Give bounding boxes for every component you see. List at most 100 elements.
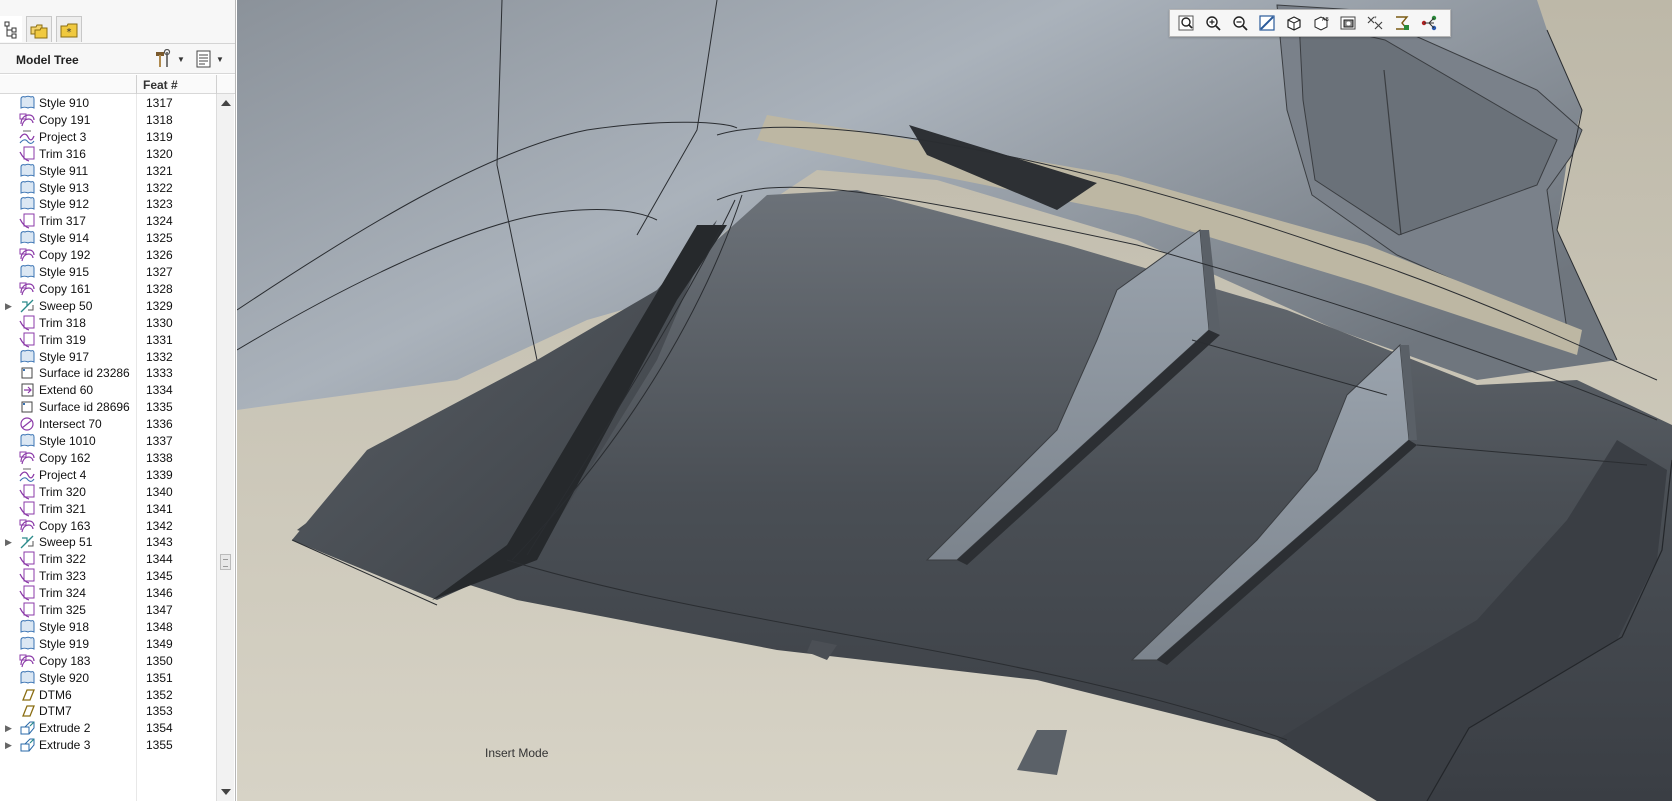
refit-button[interactable] [1173, 11, 1199, 35]
style-feature-icon [20, 636, 35, 650]
scroll-up-arrow[interactable] [221, 100, 231, 106]
tree-item[interactable]: Trim 323 1345 [0, 567, 216, 585]
expand-arrow-icon[interactable]: ▶ [5, 739, 13, 751]
expand-arrow-icon[interactable]: ▶ [5, 300, 13, 312]
scroll-down-arrow[interactable] [221, 789, 231, 795]
display-style-button[interactable] [1281, 11, 1307, 35]
tree-item-name: DTM7 [39, 704, 72, 719]
tree-item[interactable]: Intersect 70 1336 [0, 415, 216, 433]
settings-tool[interactable]: ▼ [153, 49, 185, 69]
model-tree-tab[interactable] [0, 16, 22, 42]
tree-item[interactable]: ▶ Sweep 51 1343 [0, 533, 216, 551]
tree-item-feat-number: 1352 [146, 687, 173, 702]
tree-item[interactable]: Style 912 1323 [0, 195, 216, 213]
tree-item[interactable]: Trim 320 1340 [0, 483, 216, 501]
tree-item[interactable]: Trim 321 1341 [0, 500, 216, 518]
spin-center-button[interactable] [1416, 11, 1442, 35]
favorites-tab[interactable]: * [56, 16, 82, 42]
tree-item-feat-number: 1341 [146, 501, 173, 516]
tree-item[interactable]: Style 910 1317 [0, 94, 216, 112]
copy-feature-icon [19, 519, 35, 532]
graphics-viewport[interactable]: AB * Insert Mode [237, 0, 1672, 801]
tree-item[interactable]: Trim 318 1330 [0, 314, 216, 332]
tree-item-feat-number: 1345 [146, 569, 173, 584]
style-feature-icon [20, 433, 35, 447]
tree-item[interactable]: Trim 322 1344 [0, 550, 216, 568]
hammer-wrench-icon [156, 49, 171, 67]
tree-column-header: Feat # [0, 75, 235, 94]
tree-item[interactable]: ▶ Sweep 50 1329 [0, 297, 216, 315]
tree-item-name: Style 915 [39, 265, 90, 279]
tree-item[interactable]: Copy 192 1326 [0, 246, 216, 264]
column-divider[interactable] [136, 75, 137, 94]
tree-item[interactable]: Trim 317 1324 [0, 212, 216, 230]
show-tool[interactable]: ▼ [196, 49, 224, 69]
style-feature-icon [20, 180, 35, 194]
folder-browser-tab[interactable] [26, 16, 52, 42]
tree-item-name: Copy 161 [39, 281, 91, 296]
tree-item[interactable]: Copy 162 1338 [0, 449, 216, 467]
tree-item-name: Style 910 [39, 96, 90, 110]
tree-item[interactable]: Style 1010 1337 [0, 432, 216, 450]
tree-item[interactable]: Copy 191 1318 [0, 111, 216, 129]
tree-item[interactable]: Copy 161 1328 [0, 280, 216, 298]
feat-number-column-header[interactable]: Feat # [143, 78, 178, 92]
saved-views-button[interactable]: AB [1308, 11, 1334, 35]
tree-item[interactable]: Style 914 1325 [0, 229, 216, 247]
tree-item-name: Trim 318 [39, 315, 86, 330]
tree-item-feat-number: 1332 [146, 349, 173, 364]
tree-item-name: Copy 192 [39, 248, 91, 263]
trim-feature-icon [19, 484, 35, 500]
sweep-feature-icon [20, 535, 34, 549]
tree-item[interactable]: Style 920 1351 [0, 669, 216, 687]
datum-display-button[interactable]: * [1362, 11, 1388, 35]
tree-item[interactable]: Surface id 28696 1335 [0, 398, 216, 416]
tree-item[interactable]: ▶ Extrude 2 1354 [0, 719, 216, 737]
tree-item[interactable]: ▶ Extrude 3 1355 [0, 736, 216, 754]
tree-item[interactable]: Style 913 1322 [0, 179, 216, 197]
tree-item[interactable]: Style 915 1327 [0, 263, 216, 281]
favorites-folder-icon: * [60, 23, 78, 38]
tree-item[interactable]: Trim 325 1347 [0, 601, 216, 619]
annotation-display-button[interactable] [1389, 11, 1415, 35]
tree-item-feat-number: 1329 [146, 298, 173, 313]
scroll-thumb[interactable] [220, 554, 231, 570]
view-manager-button[interactable] [1335, 11, 1361, 35]
zoom-out-button[interactable] [1227, 11, 1253, 35]
tree-item[interactable]: Project 3 1319 [0, 128, 216, 146]
tree-item-name: Extend 60 [39, 383, 94, 398]
model-tree-panel: * Model Tree ▼ ▼ Feat # Style 910 1317 C… [0, 0, 236, 801]
tree-item-name: Trim 316 [39, 146, 86, 161]
tree-item[interactable]: Style 917 1332 [0, 348, 216, 366]
tree-item-name: Style 913 [39, 180, 90, 195]
extend-feature-icon [21, 383, 34, 397]
tree-item-feat-number: 1351 [146, 670, 173, 685]
tree-item[interactable]: Project 4 1339 [0, 466, 216, 484]
style-feature-icon [20, 264, 35, 278]
cad-model-render [237, 0, 1672, 801]
column-divider[interactable] [216, 75, 217, 94]
tree-item[interactable]: DTM7 1353 [0, 702, 216, 720]
tree-item-feat-number: 1331 [146, 332, 173, 347]
tree-item[interactable]: Style 919 1349 [0, 635, 216, 653]
tree-item[interactable]: Style 918 1348 [0, 618, 216, 636]
tree-item-feat-number: 1342 [146, 518, 173, 533]
tree-item[interactable]: Trim 316 1320 [0, 145, 216, 163]
tree-item[interactable]: Copy 163 1342 [0, 517, 216, 535]
repaint-button[interactable] [1254, 11, 1280, 35]
expand-arrow-icon[interactable]: ▶ [5, 722, 13, 734]
tree-item[interactable]: Extend 60 1334 [0, 381, 216, 399]
tree-item[interactable]: DTM6 1352 [0, 686, 216, 704]
project-feature-icon [19, 468, 35, 482]
tree-item-name: Trim 321 [39, 501, 86, 516]
tree-item[interactable]: Trim 319 1331 [0, 331, 216, 349]
tree-item[interactable]: Surface id 23286 1333 [0, 364, 216, 382]
tree-item[interactable]: Trim 324 1346 [0, 584, 216, 602]
tree-item-feat-number: 1340 [146, 484, 173, 499]
tree-item[interactable]: Copy 183 1350 [0, 652, 216, 670]
tree-scrollbar[interactable] [216, 94, 234, 801]
zoom-in-button[interactable] [1200, 11, 1226, 35]
tree-item-name: Trim 325 [39, 603, 86, 617]
tree-item[interactable]: Style 911 1321 [0, 162, 216, 180]
expand-arrow-icon[interactable]: ▶ [5, 536, 13, 548]
